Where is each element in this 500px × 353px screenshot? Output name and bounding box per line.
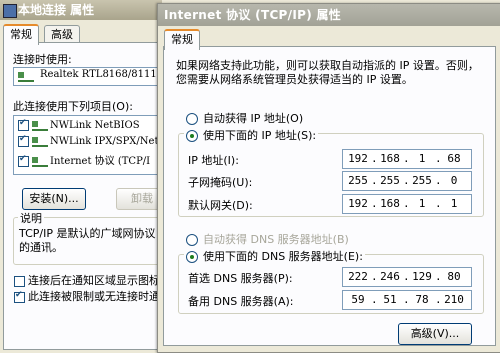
manual-ip-radio[interactable] — [186, 130, 198, 142]
notify-checkbox[interactable] — [14, 290, 25, 303]
preferred-dns-label: 首选 DNS 服务器(P): — [188, 272, 293, 285]
item-checkbox[interactable] — [18, 154, 29, 167]
ip-address-label: IP 地址(I): — [188, 154, 239, 167]
auto-ip-radio[interactable] — [186, 113, 198, 125]
manual-ip-label: 使用下面的 IP 地址(S): — [203, 129, 317, 142]
default-gateway-field[interactable]: 192. 168. 1. 1 — [342, 194, 472, 214]
back-window-title: 本地连接 属性 — [18, 3, 95, 17]
list-item[interactable]: NWLink NetBIOS — [18, 118, 140, 131]
manual-dns-option[interactable]: 使用下面的 DNS 服务器地址(E): — [184, 248, 365, 264]
mask-octet-1: 255 — [348, 174, 368, 187]
show-icon-option[interactable]: 连接后在通知区域显示图标 — [14, 272, 160, 288]
item-checkbox[interactable] — [18, 118, 29, 131]
notify-option[interactable]: 此连接被限制或无连接时通 — [14, 288, 160, 304]
description-line-2: 的通讯。 — [19, 241, 63, 254]
pdns-octet-4: 80 — [447, 270, 461, 283]
dialog-titlebar[interactable]: Internet 协议 (TCP/IP) 属性 — [158, 4, 500, 26]
gw-octet-1: 192 — [348, 197, 368, 210]
item-label: Internet 协议 (TCP/I — [50, 156, 151, 167]
protocol-icon — [32, 120, 48, 131]
connect-using-label: 连接时使用: — [13, 53, 72, 66]
auto-dns-option[interactable]: 自动获得 DNS 服务器地址(B) — [186, 231, 349, 247]
install-button[interactable]: 安装(N)... — [22, 188, 86, 210]
default-gateway-label: 默认网关(D): — [188, 199, 253, 212]
mask-octet-4: 0 — [450, 174, 458, 187]
item-checkbox[interactable] — [18, 134, 29, 147]
network-connection-icon — [3, 4, 17, 18]
dialog-general-panel: 如果网络支持此功能，则可以获取自动指派的 IP 设置。否则， 您需要从网络系统管… — [163, 46, 496, 346]
adns-octet-4: 210 — [444, 293, 464, 306]
ip-address-field[interactable]: 192. 168. 1. 68 — [342, 149, 472, 169]
protocol-icon — [32, 156, 48, 167]
adns-octet-3: 78 — [415, 293, 429, 306]
back-window-titlebar[interactable]: 本地连接 属性 — [0, 0, 162, 20]
item-label: NWLink NetBIOS — [50, 120, 140, 131]
mask-octet-2: 255 — [380, 174, 400, 187]
tab-general[interactable]: 常规 — [164, 29, 200, 50]
gw-octet-3: 1 — [418, 197, 426, 210]
description-title: 说明 — [18, 210, 44, 226]
alternate-dns-label: 备用 DNS 服务器(A): — [188, 295, 294, 308]
intro-text-line-2: 您需要从网络系统管理员处获得适当的 IP 设置。 — [176, 73, 413, 86]
mask-octet-3: 255 — [412, 174, 432, 187]
network-adapter-icon — [18, 72, 34, 82]
adns-octet-2: 51 — [383, 293, 397, 306]
protocol-icon — [32, 136, 48, 147]
ip-octet-4: 68 — [447, 152, 461, 165]
pdns-octet-1: 222 — [348, 270, 368, 283]
subnet-mask-field[interactable]: 255. 255. 255. 0 — [342, 171, 472, 191]
dialog-title: Internet 协议 (TCP/IP) 属性 — [164, 8, 342, 22]
subnet-mask-label: 子网掩码(U): — [188, 176, 253, 189]
adns-octet-1: 59 — [351, 293, 365, 306]
manual-dns-label: 使用下面的 DNS 服务器地址(E): — [203, 250, 363, 263]
notify-label: 此连接被限制或无连接时通 — [28, 290, 160, 303]
ip-octet-2: 168 — [380, 152, 400, 165]
auto-dns-radio[interactable] — [186, 234, 198, 246]
alternate-dns-field[interactable]: 59. 51. 78. 210 — [342, 290, 472, 310]
manual-dns-radio[interactable] — [186, 251, 198, 263]
pdns-octet-2: 246 — [380, 270, 400, 283]
ip-octet-3: 1 — [418, 152, 426, 165]
show-icon-label: 连接后在通知区域显示图标 — [28, 274, 160, 287]
ip-octet-1: 192 — [348, 152, 368, 165]
show-icon-checkbox[interactable] — [14, 275, 25, 287]
adapter-name: Realtek RTL8168/8111 S — [40, 69, 167, 80]
manual-ip-option[interactable]: 使用下面的 IP 地址(S): — [184, 127, 319, 143]
auto-ip-option[interactable]: 自动获得 IP 地址(O) — [186, 110, 303, 126]
gw-octet-4: 1 — [450, 197, 458, 210]
auto-ip-label: 自动获得 IP 地址(O) — [203, 112, 304, 125]
pdns-octet-3: 129 — [412, 270, 432, 283]
tab-general[interactable]: 常规 — [3, 24, 39, 45]
items-label: 此连接使用下列项目(O): — [13, 100, 133, 113]
list-item[interactable]: NWLink IPX/SPX/NetBI — [18, 134, 170, 147]
advanced-button[interactable]: 高级(V)... — [398, 323, 472, 345]
gw-octet-2: 168 — [380, 197, 400, 210]
item-label: NWLink IPX/SPX/NetBI — [50, 136, 170, 147]
list-item[interactable]: Internet 协议 (TCP/I — [18, 152, 150, 167]
auto-dns-label: 自动获得 DNS 服务器地址(B) — [203, 233, 349, 246]
tcpip-properties-dialog: Internet 协议 (TCP/IP) 属性 常规 如果网络支持此功能，则可以… — [157, 3, 500, 353]
preferred-dns-field[interactable]: 222. 246. 129. 80 — [342, 267, 472, 287]
